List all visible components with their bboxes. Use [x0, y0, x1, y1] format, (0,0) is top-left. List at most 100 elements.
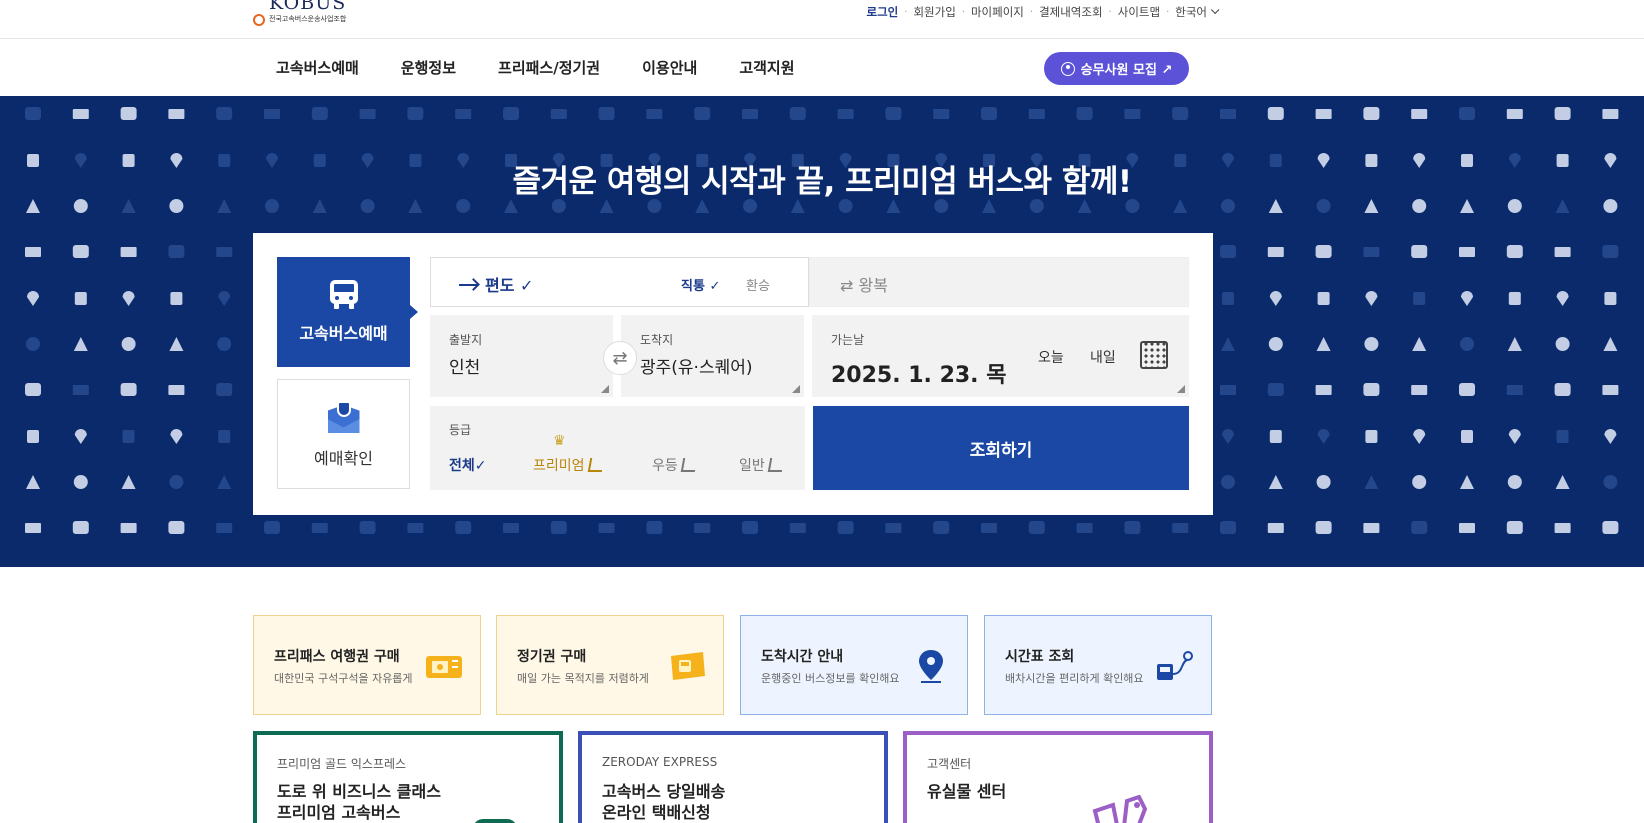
- date-field[interactable]: 가는날 2025. 1. 23. 목 오늘 내일: [812, 315, 1189, 397]
- nav-item-support[interactable]: 고객지원: [739, 57, 794, 78]
- travel-pattern-icon: [837, 109, 854, 119]
- promo-card-lost-found[interactable]: 고객센터 유실물 센터: [903, 731, 1213, 823]
- departure-value: 인천: [449, 358, 481, 378]
- separator: ·: [904, 6, 908, 18]
- travel-pattern-icon: [122, 291, 135, 306]
- promo-headline-line: 도로 위 비즈니스 클래스: [277, 782, 441, 801]
- recruit-button[interactable]: 승무사원 모집 ↗: [1044, 52, 1189, 85]
- grade-premium-label: 프리미엄: [533, 458, 585, 474]
- calendar-icon[interactable]: [1140, 341, 1168, 369]
- travel-pattern-icon: [1267, 523, 1284, 533]
- search-button[interactable]: 조회하기: [813, 406, 1189, 490]
- travel-pattern-icon: [1554, 523, 1571, 533]
- travel-pattern-icon: [1461, 291, 1473, 306]
- travel-pattern-icon: [72, 245, 89, 258]
- nav-items: 고속버스예매 운행정보 프리패스/정기권 이용안내 고객지원: [276, 57, 837, 78]
- travel-pattern-icon: [359, 109, 376, 119]
- nav-item-booking[interactable]: 고속버스예매: [276, 57, 359, 78]
- travel-pattern-icon: [1412, 337, 1427, 351]
- quick-card-subtitle: 배차시간을 편리하게 확인해요: [1005, 672, 1144, 685]
- travel-pattern-icon: [27, 291, 39, 306]
- travel-pattern-icon: [1506, 521, 1523, 534]
- travel-pattern-icon: [26, 199, 40, 213]
- mypage-link[interactable]: 마이페이지: [971, 4, 1024, 20]
- kobus-logo[interactable]: KOBUS 전국고속버스운송사업조합: [253, 0, 373, 28]
- travel-pattern-icon: [550, 109, 567, 119]
- transfer-option[interactable]: 환승: [746, 275, 770, 294]
- departure-field[interactable]: 출발지 인천: [430, 315, 613, 397]
- travel-pattern-icon: [742, 109, 758, 119]
- travel-pattern-icon: [25, 107, 41, 120]
- oneway-option[interactable]: 편도 ✓ 직통 ✓ 환승: [430, 257, 809, 307]
- nav-item-guide[interactable]: 이용안내: [642, 57, 697, 78]
- promo-headline: 고속버스 당일배송 온라인 택배신청: [602, 781, 725, 823]
- travel-pattern-icon: [74, 429, 87, 444]
- payments-link[interactable]: 결제내역조회: [1039, 4, 1102, 20]
- reservation-check-icon: [327, 399, 361, 435]
- travel-pattern-icon: [1461, 430, 1473, 443]
- travel-pattern-icon: [1315, 245, 1332, 258]
- language-select[interactable]: 한국어: [1175, 4, 1207, 20]
- travel-pattern-icon: [455, 521, 472, 534]
- grade-premium-option[interactable]: 프리미엄: [533, 455, 604, 475]
- travel-pattern-icon: [26, 337, 40, 351]
- quick-card-season-pass[interactable]: 정기권 구매 매일 가는 목적지를 저렴하게: [496, 615, 724, 715]
- grade-all-option[interactable]: 전체✓: [449, 455, 487, 475]
- sitemap-link[interactable]: 사이트맵: [1118, 4, 1160, 20]
- travel-pattern-icon: [647, 199, 662, 213]
- travel-pattern-icon: [599, 199, 614, 213]
- travel-pattern-icon: [789, 523, 806, 533]
- grade-woodeung-label: 우등: [652, 458, 678, 474]
- arrival-field[interactable]: 도착지 광주(유·스퀘어): [621, 315, 804, 397]
- promo-card-zeroday[interactable]: ZERODAY EXPRESS 고속버스 당일배송 온라인 택배신청: [578, 731, 888, 823]
- tomorrow-button[interactable]: 내일: [1090, 347, 1116, 367]
- travel-pattern-icon: [1554, 107, 1571, 120]
- bus-roof-icon: [473, 819, 517, 823]
- travel-pattern-icon: [646, 521, 663, 534]
- travel-pattern-icon: [120, 523, 137, 533]
- travel-pattern-icon: [311, 107, 328, 120]
- tab-confirm[interactable]: 예매확인: [277, 379, 410, 489]
- travel-pattern-icon: [1317, 292, 1330, 305]
- travel-pattern-icon: [1267, 383, 1284, 396]
- tab-booking[interactable]: 고속버스예매: [277, 257, 418, 367]
- travel-pattern-icon: [1268, 475, 1283, 489]
- travel-pattern-icon: [1413, 429, 1426, 444]
- travel-pattern-icon: [838, 199, 853, 213]
- chevron-down-icon[interactable]: [1210, 5, 1220, 15]
- direct-option[interactable]: 직통 ✓: [681, 275, 720, 294]
- travel-pattern-icon: [1411, 521, 1428, 534]
- travel-pattern-icon: [1507, 475, 1522, 489]
- travel-pattern-icon: [1603, 199, 1618, 213]
- travel-pattern-icon: [1602, 109, 1619, 119]
- travel-pattern-icon: [217, 199, 232, 213]
- roundtrip-option[interactable]: ⇄ 왕복: [809, 257, 1189, 307]
- travel-pattern-icon: [694, 523, 711, 533]
- travel-pattern-icon: [311, 523, 328, 533]
- promo-card-premium[interactable]: 프리미엄 골드 익스프레스 도로 위 비즈니스 클래스 프리미엄 고속버스: [253, 731, 563, 823]
- travel-pattern-icon: [1554, 383, 1571, 396]
- nav-item-operation[interactable]: 운행정보: [401, 57, 456, 78]
- travel-pattern-icon: [1459, 107, 1475, 120]
- arrival-value: 광주(유·스퀘어): [640, 358, 753, 378]
- grade-general-option[interactable]: 일반: [739, 455, 784, 475]
- swap-locations-button[interactable]: ⇄: [603, 341, 637, 375]
- travel-pattern-icon: [1220, 385, 1236, 395]
- quick-card-arrival-time[interactable]: 도착시간 안내 운행중인 버스정보를 확인해요: [740, 615, 968, 715]
- grade-general-label: 일반: [739, 458, 765, 474]
- logo-wordmark: KOBUS: [269, 0, 347, 14]
- today-button[interactable]: 오늘: [1038, 347, 1064, 367]
- travel-pattern-icon: [1604, 292, 1617, 305]
- quick-card-timetable[interactable]: 시간표 조회 배차시간을 편리하게 확인해요: [984, 615, 1212, 715]
- nav-item-freepass[interactable]: 프리패스/정기권: [498, 57, 600, 78]
- quick-card-freepass[interactable]: 프리패스 여행권 구매 대한민국 구석구석을 자유롭게: [253, 615, 481, 715]
- travel-pattern-icon: [1460, 337, 1474, 351]
- travel-pattern-icon: [1555, 337, 1570, 351]
- login-link[interactable]: 로그인: [867, 4, 899, 20]
- grade-woodeung-option[interactable]: 우등: [652, 455, 697, 475]
- travel-pattern-icon: [743, 199, 757, 213]
- travel-pattern-icon: [27, 430, 39, 443]
- travel-pattern-icon: [1459, 383, 1475, 396]
- signup-link[interactable]: 회원가입: [913, 4, 955, 20]
- oneway-label-wrap: 편도 ✓: [459, 272, 533, 296]
